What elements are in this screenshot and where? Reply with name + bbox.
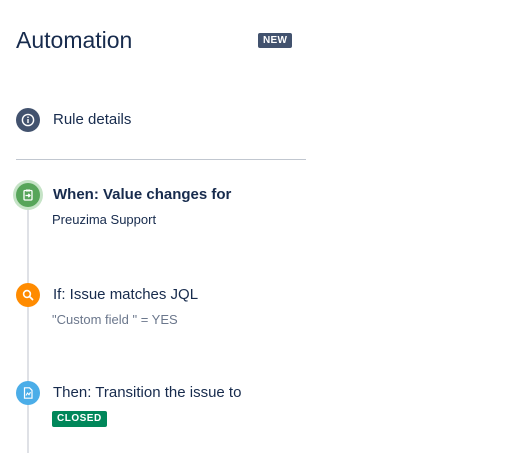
page-title: Automation bbox=[16, 27, 133, 53]
trigger-detail: Preuzima Support bbox=[52, 212, 157, 227]
condition-step[interactable]: If: Issue matches JQL bbox=[16, 283, 198, 307]
rule-details-label: Rule details bbox=[53, 111, 132, 128]
rule-details-item[interactable]: Rule details bbox=[16, 108, 131, 132]
trigger-icon bbox=[16, 183, 40, 207]
status-badge-closed: CLOSED bbox=[52, 411, 107, 427]
divider bbox=[16, 159, 306, 160]
trigger-label: When: Value changes for bbox=[53, 186, 232, 203]
action-step[interactable]: Then: Transition the issue to bbox=[16, 381, 241, 405]
info-icon bbox=[16, 108, 40, 132]
search-icon bbox=[16, 283, 40, 307]
rule-timeline-line bbox=[27, 196, 29, 453]
new-badge: NEW bbox=[258, 33, 293, 48]
condition-label: If: Issue matches JQL bbox=[53, 286, 199, 303]
trigger-step[interactable]: When: Value changes for bbox=[16, 183, 231, 207]
action-label: Then: Transition the issue to bbox=[53, 384, 242, 401]
transition-icon bbox=[16, 381, 40, 405]
automation-panel: Automation NEW Rule details When: Value … bbox=[0, 0, 522, 453]
condition-detail: "Custom field " = YES bbox=[52, 312, 178, 327]
